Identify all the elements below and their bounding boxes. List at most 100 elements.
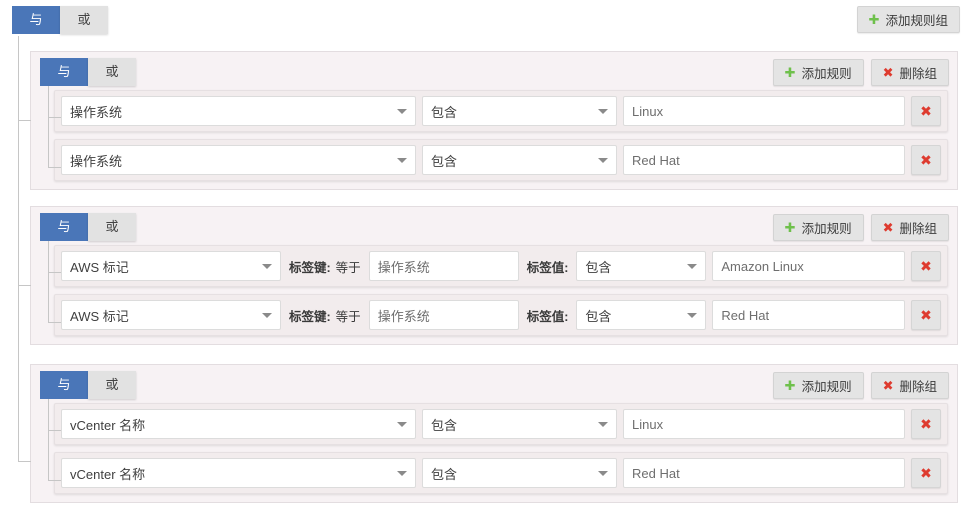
rule-field-select[interactable]: AWS 标记 bbox=[61, 251, 281, 281]
group-1-actions: ✚ 添加规则 ✖ 删除组 bbox=[773, 59, 949, 86]
plus-icon: ✚ bbox=[785, 379, 796, 392]
rule-operator-value: 包含 bbox=[431, 102, 457, 121]
rule-group-1-header: 与 或 ✚ 添加规则 ✖ 删除组 bbox=[31, 52, 957, 90]
rule-group-3-header: 与 或 ✚ 添加规则 ✖ 删除组 bbox=[31, 365, 957, 403]
tag-key-label-text: 标签键: bbox=[289, 257, 331, 276]
tag-key-operator-text: 等于 bbox=[336, 306, 361, 325]
rule-operator-value: 包含 bbox=[431, 151, 457, 170]
rule-group-2-header: 与 或 ✚ 添加规则 ✖ 删除组 bbox=[31, 207, 957, 245]
plus-icon: ✚ bbox=[785, 66, 796, 79]
group-2-delete-group-label: 删除组 bbox=[899, 218, 937, 237]
cross-icon: ✖ bbox=[883, 66, 894, 79]
root-and-button[interactable]: 与 bbox=[12, 6, 60, 34]
chevron-down-icon bbox=[598, 471, 608, 476]
rule-operator-select[interactable]: 包含 bbox=[422, 409, 617, 439]
tag-key-input[interactable]: 操作系统 bbox=[369, 300, 519, 330]
group-2-and-button[interactable]: 与 bbox=[40, 213, 88, 241]
rule-operator-select[interactable]: 包含 bbox=[422, 145, 617, 175]
rule-field-select[interactable]: 操作系统 bbox=[61, 96, 416, 126]
tag-value-operator-select[interactable]: 包含 bbox=[576, 300, 706, 330]
chevron-down-icon bbox=[598, 109, 608, 114]
group-2-add-rule-button[interactable]: ✚ 添加规则 bbox=[773, 214, 864, 241]
table-row: vCenter 名称 包含 Red Hat ✖ bbox=[54, 452, 948, 494]
group-3-and-button[interactable]: 与 bbox=[40, 371, 88, 399]
group-3-inner-vertical-line bbox=[48, 399, 49, 481]
tag-key-input[interactable]: 操作系统 bbox=[369, 251, 519, 281]
tag-value-label: 标签值: bbox=[527, 257, 569, 276]
delete-rule-button[interactable]: ✖ bbox=[911, 96, 941, 126]
group-1-add-rule-button[interactable]: ✚ 添加规则 bbox=[773, 59, 864, 86]
tag-value-label-text: 标签值: bbox=[527, 306, 569, 325]
tag-value-operator-select[interactable]: 包含 bbox=[576, 251, 706, 281]
table-row: AWS 标记 标签键: 等于 操作系统 标签值: 包含 bbox=[54, 294, 948, 336]
group-2-andor-toggle[interactable]: 与 或 bbox=[40, 213, 136, 241]
rule-operator-select[interactable]: 包含 bbox=[422, 458, 617, 488]
chevron-down-icon bbox=[687, 313, 697, 318]
delete-rule-button[interactable]: ✖ bbox=[911, 458, 941, 488]
delete-rule-button[interactable]: ✖ bbox=[911, 251, 941, 281]
rule-value-text: Red Hat bbox=[632, 466, 680, 481]
delete-rule-button[interactable]: ✖ bbox=[911, 300, 941, 330]
rule-group-2-rules: AWS 标记 标签键: 等于 操作系统 标签值: 包含 bbox=[31, 245, 957, 346]
rule-value-input[interactable]: Linux bbox=[623, 409, 905, 439]
group-2-or-button[interactable]: 或 bbox=[88, 213, 136, 241]
tag-value-operator-value: 包含 bbox=[585, 306, 611, 325]
group-2-delete-group-button[interactable]: ✖ 删除组 bbox=[871, 214, 949, 241]
rule-field-value: AWS 标记 bbox=[70, 257, 129, 276]
group-3-add-rule-button[interactable]: ✚ 添加规则 bbox=[773, 372, 864, 399]
rule-value-text: Linux bbox=[632, 417, 663, 432]
rule-value-text: Red Hat bbox=[721, 308, 769, 323]
group-3-inner-branch-row-2 bbox=[48, 480, 61, 481]
trunk-branch-group-2 bbox=[18, 285, 31, 286]
delete-rule-button[interactable]: ✖ bbox=[911, 145, 941, 175]
group-1-or-button[interactable]: 或 bbox=[88, 58, 136, 86]
group-1-inner-vertical-line bbox=[48, 86, 49, 168]
chevron-down-icon bbox=[262, 264, 272, 269]
cross-icon: ✖ bbox=[920, 307, 932, 324]
rule-value-input[interactable]: Amazon Linux bbox=[712, 251, 905, 281]
rule-value-input[interactable]: Red Hat bbox=[623, 458, 905, 488]
group-1-andor-toggle[interactable]: 与 或 bbox=[40, 58, 136, 86]
delete-rule-button[interactable]: ✖ bbox=[911, 409, 941, 439]
rule-field-value: AWS 标记 bbox=[70, 306, 129, 325]
rule-field-value: vCenter 名称 bbox=[70, 415, 145, 434]
cross-icon: ✖ bbox=[920, 258, 932, 275]
rule-field-select[interactable]: vCenter 名称 bbox=[61, 409, 416, 439]
rule-group-2: 与 或 ✚ 添加规则 ✖ 删除组 AWS 标记 bbox=[30, 206, 958, 345]
plus-icon: ✚ bbox=[785, 221, 796, 234]
rule-value-input[interactable]: Red Hat bbox=[623, 145, 905, 175]
chevron-down-icon bbox=[397, 158, 407, 163]
root-or-button[interactable]: 或 bbox=[60, 6, 108, 34]
rule-value-text: Red Hat bbox=[632, 153, 680, 168]
group-2-inner-vertical-line bbox=[48, 241, 49, 323]
rule-value-input[interactable]: Linux bbox=[623, 96, 905, 126]
rule-builder: 与 或 ✚ 添加规则组 与 或 ✚ 添加规则 ✖ 删除组 bbox=[0, 0, 972, 527]
group-1-delete-group-label: 删除组 bbox=[899, 63, 937, 82]
chevron-down-icon bbox=[397, 471, 407, 476]
tag-key-operator-text: 等于 bbox=[336, 257, 361, 276]
add-rule-group-label: 添加规则组 bbox=[885, 10, 948, 29]
trunk-vertical-line bbox=[18, 36, 19, 461]
group-3-andor-toggle[interactable]: 与 或 bbox=[40, 371, 136, 399]
add-rule-group-button[interactable]: ✚ 添加规则组 bbox=[857, 6, 960, 33]
tag-key-value: 操作系统 bbox=[378, 306, 430, 325]
table-row: vCenter 名称 包含 Linux ✖ bbox=[54, 403, 948, 445]
table-row: AWS 标记 标签键: 等于 操作系统 标签值: 包含 bbox=[54, 245, 948, 287]
root-andor-toggle[interactable]: 与 或 bbox=[12, 6, 108, 34]
tag-key-label: 标签键: 等于 bbox=[289, 306, 361, 325]
rule-field-select[interactable]: 操作系统 bbox=[61, 145, 416, 175]
tag-key-label: 标签键: 等于 bbox=[289, 257, 361, 276]
group-1-delete-group-button[interactable]: ✖ 删除组 bbox=[871, 59, 949, 86]
group-3-or-button[interactable]: 或 bbox=[88, 371, 136, 399]
group-3-delete-group-button[interactable]: ✖ 删除组 bbox=[871, 372, 949, 399]
group-1-add-rule-label: 添加规则 bbox=[802, 63, 852, 82]
rule-operator-select[interactable]: 包含 bbox=[422, 96, 617, 126]
rule-field-value: 操作系统 bbox=[70, 151, 122, 170]
rule-group-3: 与 或 ✚ 添加规则 ✖ 删除组 vCenter 名称 bbox=[30, 364, 958, 503]
rule-value-input[interactable]: Red Hat bbox=[712, 300, 905, 330]
cross-icon: ✖ bbox=[883, 379, 894, 392]
chevron-down-icon bbox=[687, 264, 697, 269]
group-1-and-button[interactable]: 与 bbox=[40, 58, 88, 86]
rule-field-select[interactable]: AWS 标记 bbox=[61, 300, 281, 330]
rule-field-select[interactable]: vCenter 名称 bbox=[61, 458, 416, 488]
